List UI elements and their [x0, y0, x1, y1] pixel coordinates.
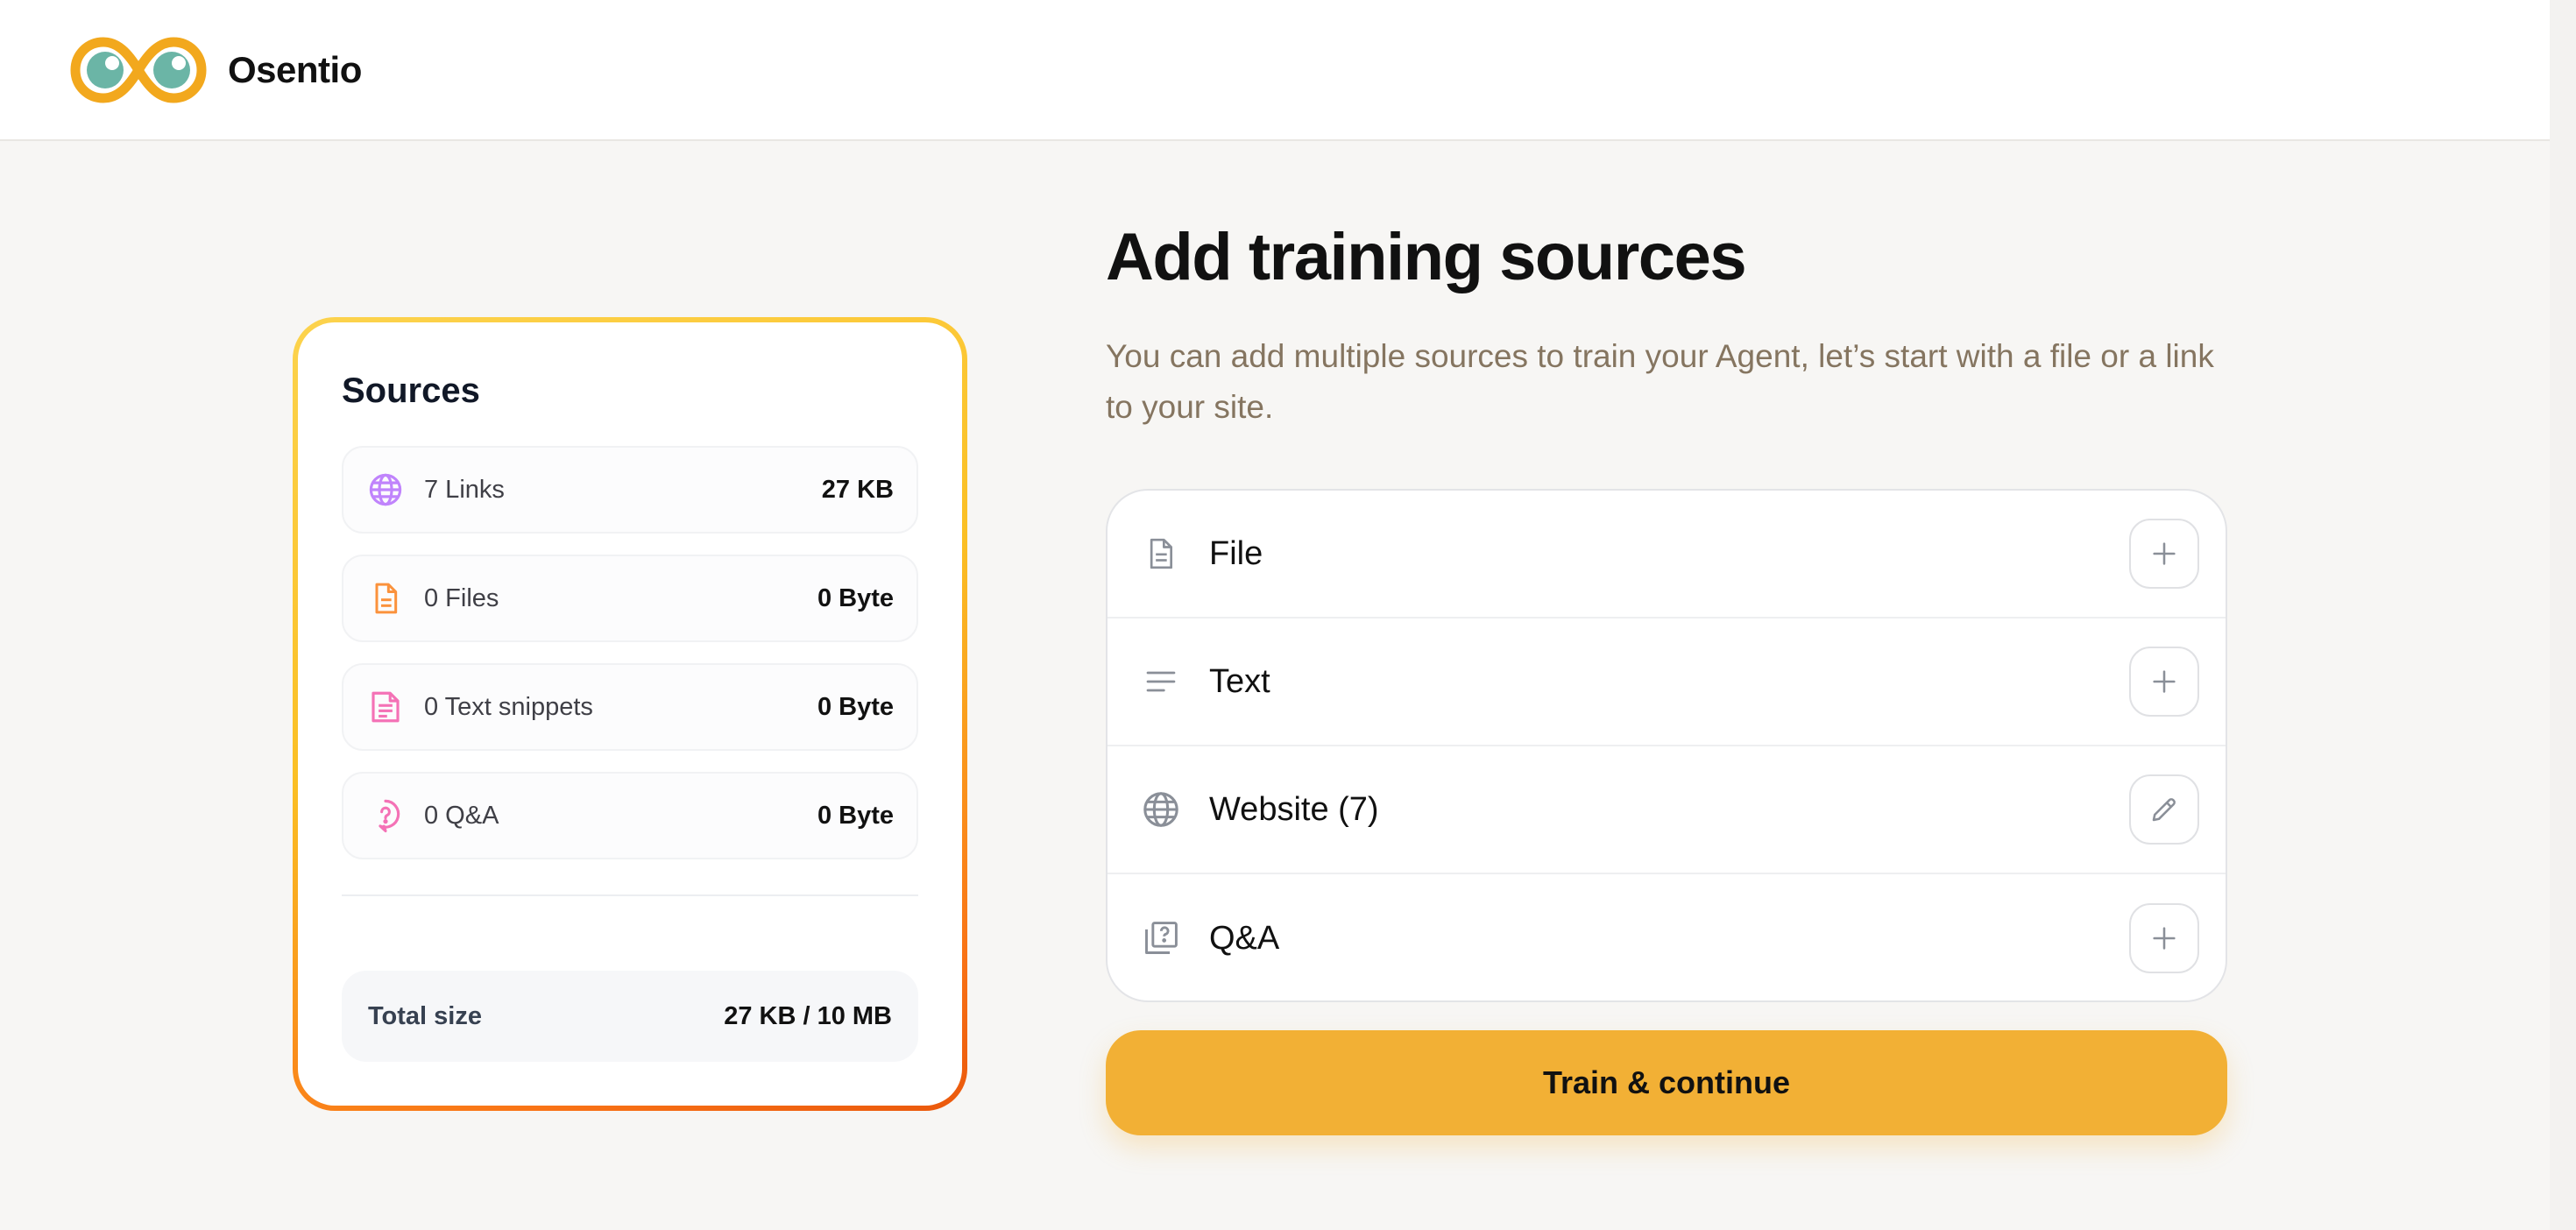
option-label: Website (7) [1209, 790, 1379, 828]
source-label: 0 Text snippets [424, 692, 593, 721]
globe-icon [366, 470, 405, 509]
total-size-label: Total size [368, 1001, 482, 1030]
question-icon [366, 796, 405, 835]
source-row-text-snippets: 0 Text snippets 0 Byte [342, 663, 918, 751]
train-continue-button[interactable]: Train & continue [1106, 1030, 2227, 1135]
plus-icon [2153, 670, 2176, 693]
source-size: 0 Byte [817, 801, 894, 830]
qa-icon [1139, 916, 1183, 960]
plus-icon [2153, 927, 2176, 950]
source-size: 27 KB [821, 475, 894, 504]
sources-card: Sources 7 Links 27 KB 0 Files 0 Byte 0 T… [293, 317, 967, 1111]
source-label: 0 Files [424, 583, 499, 612]
option-qa[interactable]: Q&A [1108, 874, 2226, 1000]
file-icon [366, 579, 405, 618]
page-title: Add training sources [1106, 220, 1747, 294]
scrollbar[interactable] [2550, 0, 2576, 1230]
sources-card-body: Sources 7 Links 27 KB 0 Files 0 Byte 0 T… [298, 322, 962, 1106]
source-label: 7 Links [424, 475, 505, 504]
brand-name: Osentio [228, 48, 362, 90]
option-file[interactable]: File [1108, 491, 2226, 619]
globe-icon [1139, 788, 1183, 831]
sources-title: Sources [342, 371, 480, 410]
option-website[interactable]: Website (7) [1108, 746, 2226, 874]
plus-icon [2153, 542, 2176, 565]
source-size: 0 Byte [817, 692, 894, 721]
source-size: 0 Byte [817, 583, 894, 612]
pencil-icon [2152, 798, 2176, 822]
file-icon [1139, 532, 1183, 576]
add-file-button[interactable] [2129, 519, 2199, 589]
source-label: 0 Q&A [424, 801, 499, 830]
text-file-icon [366, 688, 405, 726]
option-label: File [1209, 534, 1263, 572]
divider [342, 894, 918, 896]
osentio-logo-icon[interactable] [67, 33, 210, 107]
option-label: Text [1209, 662, 1270, 700]
edit-website-button[interactable] [2129, 774, 2199, 845]
top-bar: Osentio [0, 0, 2550, 141]
add-text-button[interactable] [2129, 647, 2199, 717]
add-qa-button[interactable] [2129, 903, 2199, 973]
option-text[interactable]: Text [1108, 619, 2226, 746]
source-row-qa: 0 Q&A 0 Byte [342, 772, 918, 859]
source-row-files: 0 Files 0 Byte [342, 555, 918, 642]
total-size-row: Total size 27 KB / 10 MB [342, 971, 918, 1062]
option-label: Q&A [1209, 919, 1280, 957]
page-subtitle: You can add multiple sources to train yo… [1106, 338, 2214, 425]
total-size-value: 27 KB / 10 MB [724, 1001, 892, 1030]
source-options-list: File Text Website (7) Q&A [1106, 489, 2227, 1002]
source-row-links: 7 Links 27 KB [342, 446, 918, 534]
text-lines-icon [1139, 660, 1183, 703]
